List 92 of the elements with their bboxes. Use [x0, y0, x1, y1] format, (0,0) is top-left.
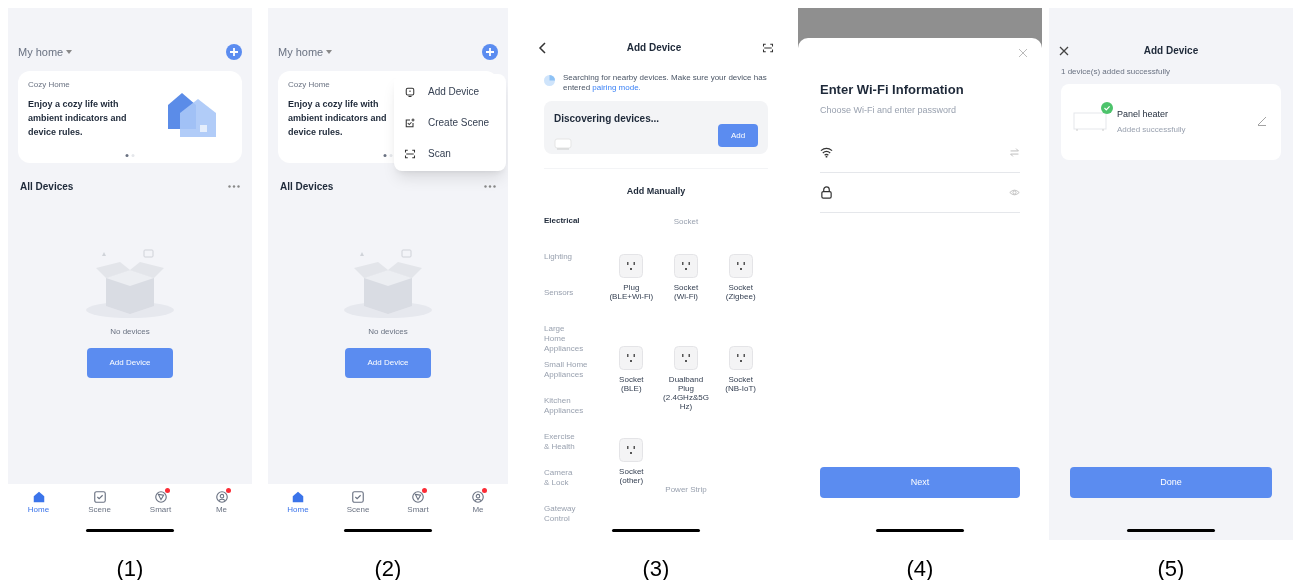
- device-option[interactable]: Dualband Plug (2.4GHz&5G Hz): [663, 375, 709, 411]
- banner-text: Enjoy a cozy life with ambient indicators and device rules.: [28, 97, 128, 139]
- back-icon[interactable]: [538, 41, 546, 54]
- lock-icon: [820, 186, 833, 199]
- notice-text: Searching for nearby devices. Make sure your device has entered pairing mode.: [563, 73, 768, 93]
- category-item[interactable]: Gateway Control: [544, 504, 604, 540]
- section-title: Add Manually: [625, 184, 687, 198]
- success-summary: 1 device(s) added successfully: [1060, 66, 1171, 78]
- banner-card[interactable]: Cozy Home Enjoy a cozy life with ambient indicators and device rules.: [18, 70, 242, 163]
- group-title: Power Strip: [665, 484, 707, 496]
- device-option[interactable]: Socket (BLE): [619, 375, 644, 393]
- category-item[interactable]: Camera & Lock: [544, 468, 604, 504]
- category-item[interactable]: Kitchen Appliances: [544, 396, 604, 432]
- wifi-icon: [820, 146, 833, 159]
- compass-icon: [411, 490, 425, 504]
- banner-label: Cozy Home: [28, 78, 71, 91]
- device-option[interactable]: Socket (NB-IoT): [725, 375, 756, 393]
- add-icon[interactable]: [226, 44, 242, 61]
- more-icon[interactable]: [228, 184, 240, 188]
- tab-button[interactable]: Smart: [145, 490, 176, 516]
- empty-message: No devices: [368, 325, 408, 338]
- section-title: All Devices: [280, 179, 334, 194]
- category-item[interactable]: Small Home Appliances: [544, 360, 604, 396]
- scan-icon[interactable]: [762, 41, 774, 54]
- caret-icon: [326, 50, 333, 55]
- tab-button[interactable]: Home: [23, 490, 54, 516]
- figure-caption: (1): [116, 555, 144, 580]
- card-title: Discovering devices...: [554, 112, 661, 126]
- device-option[interactable]: Socket (Wi-Fi): [673, 283, 699, 301]
- tab-button[interactable]: Scene: [84, 490, 115, 516]
- tab-button[interactable]: Smart: [403, 490, 433, 516]
- banner-text: Enjoy a cozy life with ambient indicators and device rules.: [288, 97, 388, 139]
- figure-caption: (4): [906, 555, 934, 580]
- scan-icon: [404, 147, 416, 160]
- group-title: Socket: [673, 216, 699, 228]
- category-item[interactable]: Exercise & Health: [544, 432, 604, 468]
- caret-icon: [66, 50, 73, 55]
- sheet-subtitle: Choose Wi-Fi and enter password: [820, 103, 958, 117]
- socket-icon: [619, 254, 644, 278]
- device-option[interactable]: Socket (other): [619, 467, 644, 485]
- tab-button[interactable]: Me: [463, 490, 493, 516]
- heater-icon: [1073, 112, 1107, 132]
- close-icon[interactable]: [1059, 46, 1069, 56]
- edit-icon[interactable]: [1257, 116, 1267, 126]
- heater-icon: [554, 138, 572, 150]
- add-device-button[interactable]: Add Device: [87, 347, 173, 378]
- checkbox-icon: [351, 490, 365, 504]
- socket-icon: [619, 438, 644, 462]
- check-badge-icon: [1101, 102, 1113, 114]
- eye-icon[interactable]: [1009, 187, 1020, 198]
- tab-button[interactable]: Home: [283, 490, 313, 516]
- pairing-mode-link[interactable]: pairing mode.: [592, 83, 641, 92]
- checkbox-icon: [92, 490, 107, 504]
- house-icon: [291, 490, 305, 504]
- tab-button[interactable]: Scene: [343, 490, 373, 516]
- socket-icon: [619, 346, 644, 370]
- add-device-button[interactable]: Add Device: [345, 347, 431, 378]
- figure-caption: (5): [1157, 555, 1185, 580]
- checkbox-icon: [404, 116, 416, 129]
- empty-message: No devices: [110, 325, 150, 338]
- add-icon[interactable]: [482, 44, 498, 61]
- compass-icon: [153, 490, 168, 504]
- home-selector[interactable]: My home: [278, 44, 333, 61]
- figure-caption: (3): [642, 555, 670, 580]
- category-item[interactable]: Large Home Appliances: [544, 324, 604, 360]
- figure-caption: (2): [374, 555, 402, 580]
- socket-icon: [674, 346, 698, 370]
- device-status: Added successfully: [1117, 123, 1186, 136]
- section-title: All Devices: [20, 179, 74, 194]
- add-button[interactable]: Add: [718, 124, 758, 147]
- house-icon: [31, 490, 46, 504]
- screen-title: Add Device: [1143, 43, 1199, 58]
- done-button[interactable]: Done: [1070, 467, 1272, 498]
- device-option[interactable]: Socket (Zigbee): [725, 283, 756, 301]
- category-item[interactable]: Lighting: [544, 252, 604, 288]
- device-name: Panel heater: [1117, 108, 1170, 122]
- search-spinner-icon: [544, 75, 555, 86]
- next-button[interactable]: Next: [820, 467, 1020, 498]
- socket-icon: [674, 254, 698, 278]
- person-icon: [471, 490, 485, 504]
- socket-icon: [728, 254, 753, 278]
- sheet-title: Enter Wi-Fi Information: [820, 81, 965, 99]
- category-item[interactable]: Electrical: [544, 216, 604, 252]
- socket-icon: [728, 346, 753, 370]
- screen-title: Add Device: [626, 41, 682, 55]
- person-icon: [214, 490, 229, 504]
- more-icon[interactable]: [484, 184, 496, 188]
- home-selector[interactable]: My home: [18, 44, 73, 61]
- tab-button[interactable]: Me: [206, 490, 237, 516]
- device-icon: [404, 85, 416, 98]
- device-option[interactable]: Plug (BLE+Wi-Fi): [609, 283, 654, 301]
- category-item[interactable]: Sensors: [544, 288, 604, 324]
